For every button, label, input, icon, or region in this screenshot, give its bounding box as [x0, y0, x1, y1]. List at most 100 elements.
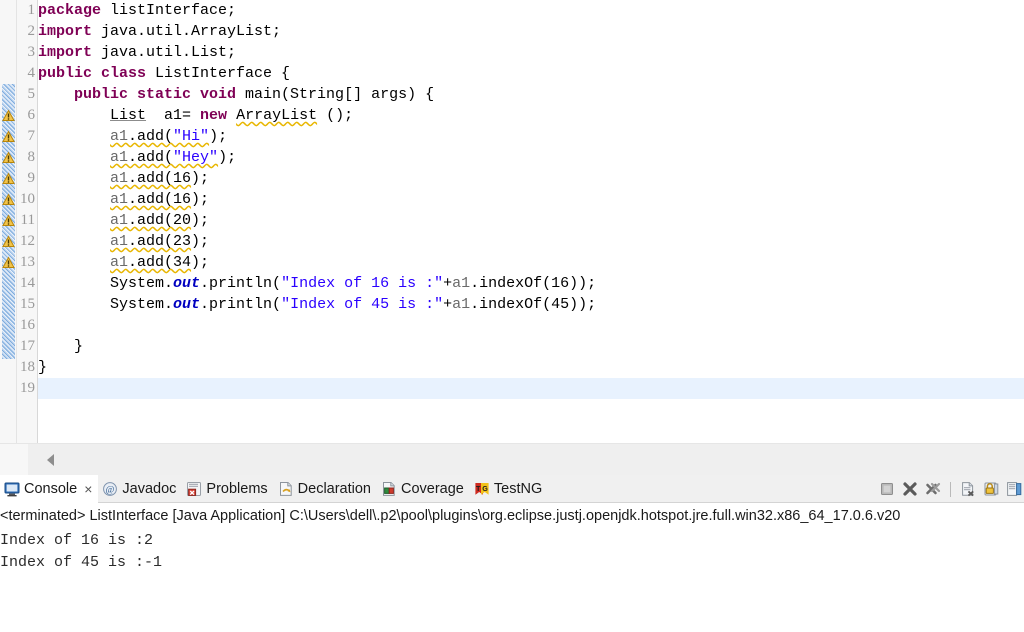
code-token: .add(20: [128, 212, 192, 229]
warning-triangle-icon[interactable]: [2, 193, 15, 206]
line-number: 14: [20, 275, 35, 291]
terminate-button[interactable]: [879, 481, 895, 497]
code-line[interactable]: System.out.println("Index of 16 is :"+a1…: [38, 273, 596, 294]
scroll-left-arrow-icon[interactable]: [44, 452, 58, 468]
code-token: .indexOf(45));: [470, 296, 597, 313]
tab-javadoc[interactable]: @ Javadoc: [98, 475, 182, 503]
line-number: 15: [20, 296, 35, 312]
code-line[interactable]: a1.add("Hey");: [38, 147, 236, 168]
code-token: .add(23: [128, 233, 192, 250]
code-line[interactable]: System.out.println("Index of 45 is :"+a1…: [38, 294, 596, 315]
code-line[interactable]: package listInterface;: [38, 0, 236, 21]
code-line[interactable]: import java.util.ArrayList;: [38, 21, 281, 42]
console-view-panel[interactable]: Console × @ Javadoc Problems Declaration Cover…: [0, 475, 1024, 632]
line-number: 5: [27, 86, 36, 102]
code-token: package: [38, 2, 111, 19]
code-line[interactable]: List a1= new ArrayList ();: [38, 105, 353, 126]
tab-problems[interactable]: Problems: [182, 475, 273, 503]
clear-console-button[interactable]: [960, 481, 976, 497]
line-number: 8: [27, 149, 36, 165]
code-token: a1=: [146, 107, 201, 124]
tab-testng[interactable]: T G TestNG: [470, 475, 548, 503]
close-icon[interactable]: ×: [84, 482, 92, 496]
code-token: a1: [110, 254, 129, 271]
code-token: }: [38, 338, 84, 355]
code-token: a1: [452, 275, 471, 292]
warning-triangle-icon[interactable]: [2, 214, 15, 227]
warning-triangle-icon[interactable]: [2, 235, 15, 248]
warning-triangle-icon[interactable]: [2, 109, 15, 122]
java-source-editor[interactable]: 1 2 3 4 5 6 7 8 9 10 11 12 13 14 15 16 17 18 19 package li…: [0, 0, 1024, 443]
warning-triangle-icon[interactable]: [2, 130, 15, 143]
code-line[interactable]: a1.add(34);: [38, 252, 209, 273]
code-token: main(String[] args) {: [245, 86, 435, 103]
svg-text:@: @: [106, 485, 115, 495]
annotation-marker-ruler[interactable]: [0, 0, 17, 443]
scrollbar-track[interactable]: [28, 444, 1024, 476]
code-line[interactable]: }: [38, 336, 83, 357]
tab-label: Problems: [206, 481, 268, 497]
problems-icon: [186, 481, 202, 497]
code-token: out: [173, 275, 201, 292]
code-token: );: [191, 212, 210, 229]
console-toolbar[interactable]: [879, 475, 1024, 503]
code-line[interactable]: a1.add(23);: [38, 231, 209, 252]
console-output-area[interactable]: <terminated> ListInterface [Java Applica…: [0, 503, 1024, 632]
view-tab-bar[interactable]: Console × @ Javadoc Problems Declaration Cover…: [0, 475, 1024, 503]
code-line[interactable]: import java.util.List;: [38, 42, 236, 63]
pin-console-button[interactable]: [1006, 481, 1022, 497]
code-line[interactable]: public class ListInterface {: [38, 63, 290, 84]
code-token: .add(: [128, 128, 174, 145]
code-token: ();: [317, 107, 354, 124]
editor-horizontal-scrollbar[interactable]: [0, 443, 1024, 476]
view-tab-strip[interactable]: Console × @ Javadoc Problems Declaration Cover…: [0, 475, 548, 503]
code-token: a1: [110, 233, 129, 250]
line-number: 13: [20, 254, 35, 270]
line-number: 18: [20, 359, 35, 375]
code-token: "Hi": [173, 128, 210, 145]
code-line[interactable]: a1.add(16);: [38, 168, 209, 189]
tab-coverage[interactable]: Coverage: [377, 475, 470, 503]
code-token: );: [191, 170, 210, 187]
code-line[interactable]: }: [38, 357, 47, 378]
warning-triangle-icon[interactable]: [2, 151, 15, 164]
tab-label: Javadoc: [122, 481, 177, 497]
code-token: }: [38, 359, 48, 376]
coverage-icon: [381, 481, 397, 497]
warning-triangle-icon[interactable]: [2, 256, 15, 269]
code-token: System.: [110, 296, 174, 313]
scroll-lock-button[interactable]: [983, 481, 999, 497]
tab-declaration[interactable]: Declaration: [274, 475, 377, 503]
remove-all-launches-button[interactable]: [925, 481, 941, 497]
code-line[interactable]: a1.add("Hi");: [38, 126, 227, 147]
code-token: "Index of 45 is :": [281, 296, 444, 313]
line-number: 12: [20, 233, 35, 249]
javadoc-at-icon: @: [102, 481, 118, 497]
code-token: a1: [110, 191, 129, 208]
tab-label: Console: [24, 481, 78, 497]
code-token: out: [173, 296, 201, 313]
code-token: );: [191, 233, 210, 250]
line-number: 9: [27, 170, 36, 186]
code-line[interactable]: a1.add(20);: [38, 210, 209, 231]
remove-launch-button[interactable]: [902, 481, 918, 497]
line-number: 11: [20, 212, 35, 228]
console-output-line: Index of 45 is :-1: [0, 554, 163, 571]
code-line[interactable]: a1.add(16);: [38, 189, 209, 210]
tab-console[interactable]: Console ×: [0, 475, 99, 503]
line-number: 7: [27, 128, 36, 144]
code-token: .add(: [128, 149, 174, 166]
code-line[interactable]: public static void main(String[] args) {: [38, 84, 434, 105]
warning-triangle-icon[interactable]: [2, 172, 15, 185]
code-token: a1: [110, 212, 129, 229]
code-token: +: [443, 296, 453, 313]
line-number: 17: [20, 338, 35, 354]
code-token: listInterface;: [110, 2, 237, 19]
code-text-area[interactable]: package listInterface; import java.util.A…: [38, 0, 1024, 443]
